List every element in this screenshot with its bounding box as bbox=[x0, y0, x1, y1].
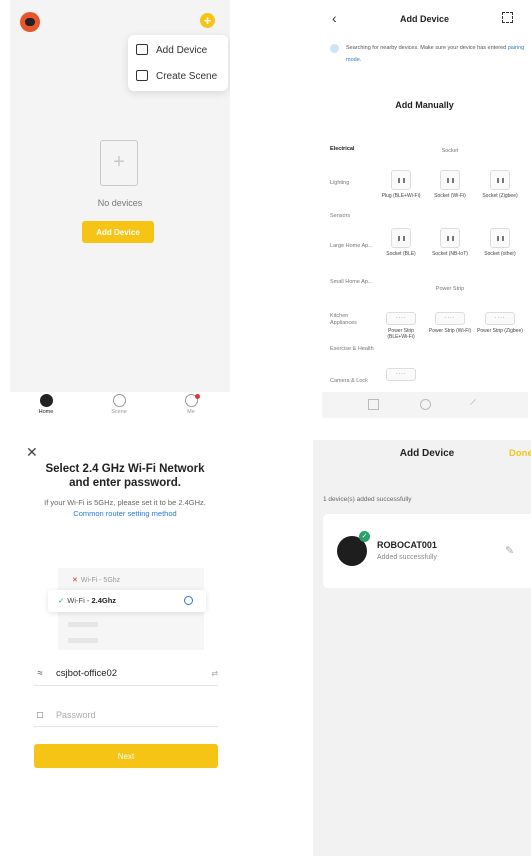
system-navbar bbox=[322, 392, 528, 418]
tab-me[interactable]: Me bbox=[171, 394, 211, 415]
device-status: Added successfully bbox=[377, 554, 437, 561]
power-strip-icon: ·∙∙∙ bbox=[485, 312, 515, 325]
socket-icon bbox=[490, 228, 510, 248]
tab-scene[interactable]: Scene bbox=[99, 394, 139, 415]
wifi-title: Select 2.4 GHz Wi-Fi Network and enter pa… bbox=[45, 463, 205, 489]
category-large-home[interactable]: Large Home Ap... bbox=[330, 243, 374, 250]
device-item[interactable]: ·∙∙∙ Power Strip (Wi-Fi) bbox=[427, 312, 473, 334]
recent-apps-icon[interactable] bbox=[368, 399, 379, 410]
placeholder-bar bbox=[68, 622, 98, 627]
add-menu: Add Device Create Scene bbox=[128, 35, 228, 91]
edit-pencil-icon[interactable]: ✎ bbox=[505, 544, 514, 557]
wifi-screen: ✕ Select 2.4 GHz Wi-Fi Network and enter … bbox=[10, 440, 230, 856]
create-scene-icon bbox=[136, 70, 148, 81]
device-item[interactable]: Socket (NB-IoT) bbox=[427, 228, 473, 257]
socket-icon bbox=[440, 170, 460, 190]
category-small-home[interactable]: Small Home Ap... bbox=[330, 279, 374, 286]
wifi-hint: If your Wi-Fi is 5GHz, please set it to … bbox=[44, 498, 206, 518]
router-setting-link[interactable]: Common router setting method bbox=[73, 509, 176, 518]
socket-icon bbox=[440, 228, 460, 248]
added-screen: Add Device Done 1 device(s) added succes… bbox=[313, 440, 531, 856]
wifi-24g-row: ✓ Wi-Fi - 2.4Ghz bbox=[48, 590, 206, 612]
no-devices-text: No devices bbox=[97, 198, 143, 208]
next-button[interactable]: Next bbox=[34, 744, 218, 768]
device-item[interactable]: ·∙∙∙ Power Strip (BLE+Wi-Fi) bbox=[378, 312, 424, 340]
device-name: ROBOCAT001 bbox=[377, 540, 437, 550]
added-title: Add Device bbox=[399, 448, 455, 459]
check-badge-icon: ✓ bbox=[359, 531, 370, 542]
back-triangle-icon[interactable] bbox=[470, 399, 481, 410]
add-manually-title: Add Manually bbox=[395, 100, 454, 110]
device-item[interactable]: ·∙∙∙ bbox=[378, 368, 424, 381]
socket-icon bbox=[391, 170, 411, 190]
category-kitchen[interactable]: Kitchen Appliances bbox=[330, 313, 374, 327]
device-item[interactable]: Socket (BLE) bbox=[378, 228, 424, 257]
paw-icon bbox=[39, 394, 53, 407]
robocat-logo-icon bbox=[20, 12, 40, 32]
home-screen: + Add Device Create Scene No devices Add… bbox=[10, 0, 230, 422]
category-electrical[interactable]: Electrical bbox=[330, 146, 374, 153]
wifi-5g-row: ✕ Wi-Fi - 5Ghz bbox=[72, 577, 121, 584]
power-strip-icon: ·∙∙∙ bbox=[386, 368, 416, 381]
device-item[interactable]: ·∙∙∙ Power Strip (Zigbee) bbox=[477, 312, 523, 334]
home-topbar: + bbox=[10, 0, 230, 40]
device-item[interactable]: Socket (Wi-Fi) bbox=[427, 170, 473, 199]
ssid-field[interactable]: ≈ csjbot-office02 ⇄ bbox=[34, 662, 218, 686]
menu-add-device[interactable]: Add Device bbox=[136, 41, 226, 61]
done-button[interactable]: Done bbox=[509, 448, 531, 459]
socket-icon bbox=[391, 228, 411, 248]
placeholder-bar bbox=[68, 638, 98, 643]
bottom-tabbar: Home Scene Me bbox=[10, 392, 230, 422]
added-count-text: 1 device(s) added successfully bbox=[323, 496, 412, 503]
check-icon: ✓ bbox=[58, 596, 65, 605]
scene-icon bbox=[112, 394, 126, 407]
info-icon bbox=[184, 596, 193, 605]
socket-icon bbox=[490, 170, 510, 190]
lock-icon: □ bbox=[37, 710, 43, 721]
add-device-screen: ‹ Add Device Searching for nearby device… bbox=[318, 0, 531, 422]
notification-dot bbox=[195, 394, 200, 399]
cross-icon: ✕ bbox=[72, 577, 78, 584]
device-card: ✓ ROBOCAT001 Added successfully ✎ bbox=[323, 514, 531, 588]
add-device-icon bbox=[136, 44, 148, 55]
category-exercise-health[interactable]: Exercise & Health bbox=[330, 346, 374, 353]
device-item[interactable]: Socket (other) bbox=[477, 228, 523, 257]
home-circle-icon[interactable] bbox=[420, 399, 431, 410]
add-device-title: Add Device bbox=[399, 14, 450, 24]
close-icon[interactable]: ✕ bbox=[26, 444, 38, 461]
power-strip-icon: ·∙∙∙ bbox=[435, 312, 465, 325]
empty-file-icon bbox=[100, 140, 138, 186]
switch-network-icon[interactable]: ⇄ bbox=[211, 662, 218, 686]
category-lighting[interactable]: Lighting bbox=[330, 180, 374, 187]
tab-home[interactable]: Home bbox=[26, 394, 66, 415]
section-socket-title: Socket bbox=[441, 148, 459, 154]
password-field[interactable]: □ Password bbox=[34, 703, 218, 727]
add-device-button[interactable]: Add Device bbox=[82, 221, 154, 243]
searching-icon bbox=[330, 44, 339, 53]
scan-icon[interactable] bbox=[502, 12, 513, 23]
section-power-strip-title: Power Strip bbox=[435, 286, 465, 292]
category-sensors[interactable]: Sensors bbox=[330, 213, 374, 220]
wifi-icon: ≈ bbox=[37, 668, 43, 679]
menu-create-scene[interactable]: Create Scene bbox=[136, 67, 226, 87]
power-strip-icon: ·∙∙∙ bbox=[386, 312, 416, 325]
searching-text: Searching for nearby devices. Make sure … bbox=[346, 45, 525, 63]
category-camera-lock[interactable]: Camera & Lock bbox=[330, 378, 374, 385]
add-plus-button[interactable]: + bbox=[200, 13, 215, 28]
device-item[interactable]: Plug (BLE+Wi-Fi) bbox=[378, 170, 424, 199]
device-item[interactable]: Socket (Zigbee) bbox=[477, 170, 523, 199]
